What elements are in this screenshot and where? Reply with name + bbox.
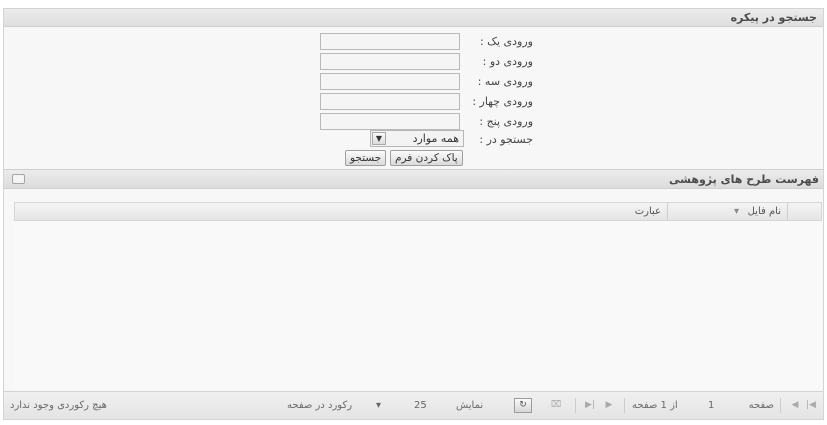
field-input-5[interactable] <box>320 113 460 130</box>
app-frame: جستجو در پیکره ورودی یک : ورودی دو : ورو… <box>3 8 824 420</box>
field-input-3[interactable] <box>320 73 460 90</box>
page-label: صفحه <box>748 400 774 411</box>
column-divider <box>787 203 788 220</box>
toolbar-separator <box>624 398 625 413</box>
column-header-phrase[interactable]: عبارت <box>635 203 661 220</box>
scope-select[interactable]: ▼ همه موارد <box>370 130 464 147</box>
field-row-3: ورودی سه : <box>4 73 823 91</box>
field-label-4: ورودی چهار : <box>472 95 533 108</box>
prev-page-icon[interactable]: ◀ <box>788 398 802 412</box>
first-page-icon[interactable]: |◀ <box>804 398 818 412</box>
page-size-value: 25 <box>414 400 427 411</box>
chevron-down-icon[interactable]: ▼ <box>372 132 386 145</box>
collapse-icon[interactable] <box>12 174 25 184</box>
per-page-label: رکورد در صفحه <box>287 400 353 411</box>
field-row-4: ورودی چهار : <box>4 93 823 111</box>
column-header-filename[interactable]: نام فایل <box>748 203 781 220</box>
grid-panel-title: فهرست طرح های پژوهشی <box>669 173 819 186</box>
page-number-input[interactable]: 1 <box>708 400 714 411</box>
field-label-3: ورودی سه : <box>477 75 533 88</box>
refresh-icon[interactable]: ↻ <box>514 398 532 413</box>
column-divider <box>667 203 668 220</box>
field-label-1: ورودی یک : <box>479 35 533 48</box>
grid-column-header: نام فایل ▾ عبارت <box>14 202 822 221</box>
toolbar-separator <box>780 398 781 413</box>
page-count-label: از 1 صفحه <box>632 400 678 411</box>
sort-dropdown-icon[interactable]: ▾ <box>734 203 739 220</box>
search-panel-header: جستجو در پیکره <box>4 9 823 27</box>
field-input-2[interactable] <box>320 53 460 70</box>
show-label: نمایش <box>456 400 484 411</box>
field-input-4[interactable] <box>320 93 460 110</box>
field-row-2: ورودی دو : <box>4 53 823 71</box>
grid-panel-header: فهرست طرح های پژوهشی <box>4 169 823 189</box>
field-input-1[interactable] <box>320 33 460 50</box>
grid-body <box>14 221 822 389</box>
field-row-5: ورودی پنج : <box>4 113 823 131</box>
scope-select-value: همه موارد <box>412 132 459 145</box>
loading-icon: ⌧ <box>550 400 562 410</box>
field-label-2: ورودی دو : <box>482 55 533 68</box>
page-size-select[interactable]: ▾ 25 <box>376 398 428 413</box>
empty-message: هیچ رکوردی وجود ندارد <box>10 400 107 411</box>
clear-form-button[interactable]: پاک کردن فرم <box>390 150 463 166</box>
paging-toolbar: |◀ ◀ صفحه 1 از 1 صفحه ▶ ▶| ⌧ ↻ نمایش ▾ 2… <box>4 391 823 419</box>
next-page-icon[interactable]: ▶ <box>602 398 616 412</box>
toolbar-separator <box>575 398 576 413</box>
search-button[interactable]: جستجو <box>345 150 387 166</box>
field-row-1: ورودی یک : <box>4 33 823 51</box>
field-label-5: ورودی پنج : <box>479 115 533 128</box>
last-page-icon[interactable]: ▶| <box>583 398 597 412</box>
chevron-down-icon[interactable]: ▾ <box>376 398 381 413</box>
scope-label: جستجو در : <box>479 133 533 146</box>
search-panel-title: جستجو در پیکره <box>730 11 817 24</box>
